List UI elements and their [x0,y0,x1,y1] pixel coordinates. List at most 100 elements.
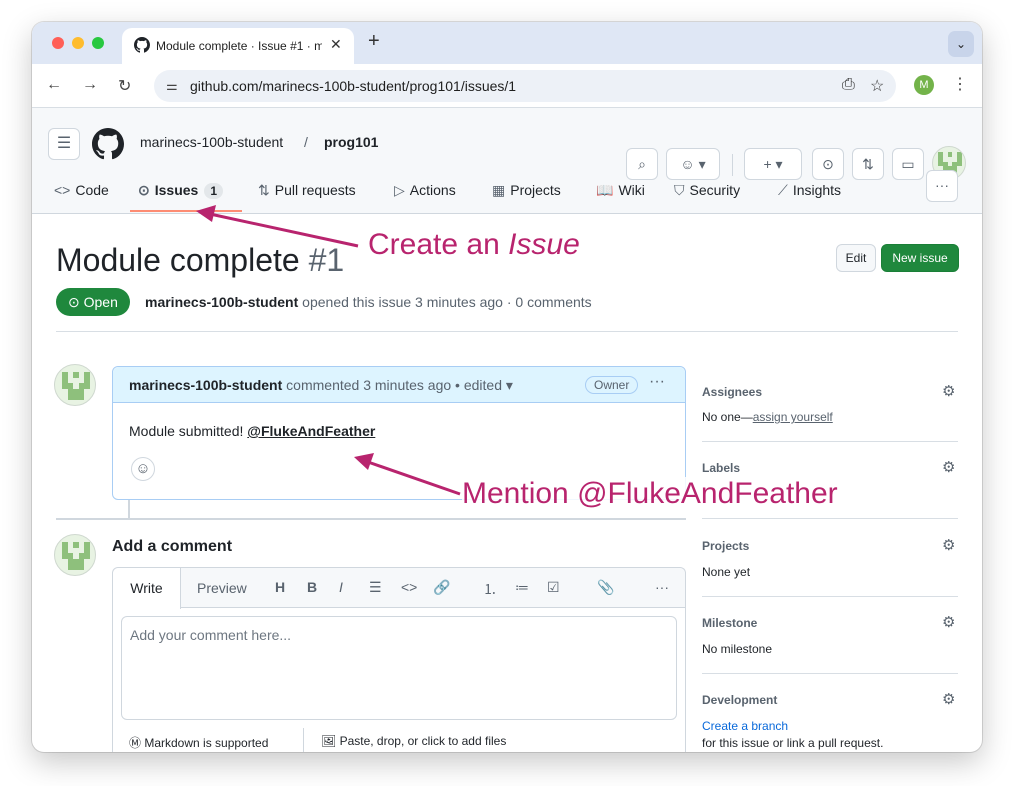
issues-icon[interactable]: ⊙ [812,148,844,180]
numbered-list-icon[interactable]: ⒈ [483,579,497,599]
comment-author-avatar[interactable] [54,364,96,406]
projects-heading: Projects [702,539,750,553]
code-icon[interactable]: <> [401,579,417,595]
sidebar-divider [702,596,958,597]
comment-header: marinecs-100b-student commented 3 minute… [113,367,685,403]
add-comment-heading: Add a comment [112,538,233,555]
issue-meta: marinecs-100b-student opened this issue … [145,294,592,310]
site-settings-icon[interactable]: ⚌ [166,78,178,94]
new-issue-button[interactable]: New issue [881,244,959,272]
italic-icon[interactable]: I [339,579,343,595]
breadcrumb-repo[interactable]: prog101 [324,134,378,150]
browser-menu-icon[interactable]: ⋮ [952,74,968,94]
timeline-divider [56,518,686,520]
assignees-heading: Assignees [702,385,763,399]
graph-icon: ⟋ [778,182,788,198]
inbox-icon[interactable]: ▭ [892,148,924,180]
url-text[interactable]: github.com/marinecs-100b-student/prog101… [190,78,516,94]
forward-arrow-icon[interactable]: → [82,76,98,94]
timeline-line [128,500,130,520]
tab-title: Module complete · Issue #1 · marinecs-10… [156,39,322,53]
milestone-gear-icon[interactable]: ⚙ [942,613,955,631]
close-window-button[interactable] [52,37,64,49]
create-issue-annotation-em: Issue [508,228,580,261]
active-tab-underline [130,210,242,212]
tab-insights[interactable]: ⟋ Insights [778,182,841,199]
attach-paperclip-icon[interactable]: 📎 [597,579,614,596]
sidebar-divider [702,673,958,674]
assignees-gear-icon[interactable]: ⚙ [942,382,955,400]
development-gear-icon[interactable]: ⚙ [942,690,955,708]
tab-insights-label: Insights [792,182,842,198]
more-tabs-icon[interactable]: ··· [926,170,958,202]
github-logo-icon[interactable] [92,128,124,160]
comment-placeholder: Add your comment here... [130,627,292,643]
copilot-icon[interactable]: ☺ ▾ [666,148,720,180]
issues-counter: 1 [204,183,224,199]
tab-wiki[interactable]: 📖 Wiki [596,182,645,199]
tab-code[interactable]: <> Code [54,182,109,198]
link-icon[interactable]: 🔗 [433,579,450,596]
browser-tab[interactable]: Module complete · Issue #1 · marinecs-10… [122,28,354,64]
issue-opened-icon: ⊙ [68,294,84,310]
close-tab-icon[interactable]: ✕ [330,36,342,53]
breadcrumb-owner[interactable]: marinecs-100b-student [140,134,283,150]
comment-options-icon[interactable]: ··· [649,373,665,391]
tab-security[interactable]: ⛉ Security [674,182,740,199]
title-divider [56,331,958,332]
search-icon[interactable]: ⌕ [626,148,658,180]
comment-editor: Write Preview H B I ☰ <> 🔗 ⒈ ≔ ☑ 📎 ··· A… [112,567,686,752]
tab-write[interactable]: Write [113,568,181,609]
assign-yourself-link[interactable]: assign yourself [753,410,833,424]
heading-icon[interactable]: H [275,579,285,595]
labels-gear-icon[interactable]: ⚙ [942,458,955,476]
back-arrow-icon[interactable]: ← [46,76,62,94]
issue-author-link[interactable]: marinecs-100b-student [145,294,298,310]
create-issue-annotation: Create an Issue [368,228,580,262]
tab-strip: Module complete · Issue #1 · marinecs-10… [32,22,982,64]
issue-opened-text: opened this issue 3 minutes ago · 0 comm… [302,294,592,310]
quote-icon[interactable]: ☰ [369,579,382,596]
create-branch-link[interactable]: Create a branch [702,719,788,733]
attach-files-note[interactable]: 🖼 Paste, drop, or click to add files [321,734,506,748]
minimize-window-button[interactable] [72,37,84,49]
dropdown-caret-icon[interactable]: ▾ [506,377,513,393]
user-mention-link[interactable]: @FlukeAndFeather [247,423,375,439]
comment-meta-text[interactable]: commented 3 minutes ago • edited [286,377,502,393]
reload-icon[interactable]: ↻ [118,76,131,96]
tab-search-chevron-icon[interactable]: ⌄ [948,31,974,57]
task-list-icon[interactable]: ☑ [547,579,560,596]
attach-files-text: Paste, drop, or click to add files [339,734,507,748]
omnibox[interactable]: ⚌ github.com/marinecs-100b-student/prog1… [154,70,896,102]
more-options-icon[interactable]: ··· [655,579,669,595]
header-divider [732,154,733,176]
issue-number: #1 [308,242,345,278]
unordered-list-icon[interactable]: ≔ [515,579,529,596]
install-app-icon[interactable]: ⎙ [842,76,855,94]
profile-avatar[interactable]: M [914,75,934,95]
status-badge: ⊙ Open [56,288,130,316]
create-new-icon[interactable]: + ▾ [744,148,802,180]
edit-button[interactable]: Edit [836,244,876,272]
tab-projects[interactable]: ▦ Projects [492,182,561,199]
comment-author-link[interactable]: marinecs-100b-student [129,377,282,393]
markdown-note[interactable]: Ⓜ Markdown is supported [129,734,268,751]
comment-textarea[interactable]: Add your comment here... [121,616,677,720]
development-value: for this issue or link a pull request. [702,736,884,750]
tab-issues[interactable]: ⊙ Issues 1 [138,182,224,199]
bold-icon[interactable]: B [307,579,317,595]
tab-code-label: Code [75,182,109,198]
new-tab-icon[interactable]: + [368,30,380,53]
hamburger-menu-icon[interactable]: ☰ [48,128,80,160]
tab-preview[interactable]: Preview [197,580,247,596]
projects-gear-icon[interactable]: ⚙ [942,536,955,554]
tab-actions[interactable]: ▷ Actions [394,182,456,199]
add-reaction-smiley-icon[interactable]: ☺ [131,457,155,481]
bookmark-star-icon[interactable]: ☆ [870,76,884,96]
comment-body-text: Module submitted! [129,423,244,439]
maximize-window-button[interactable] [92,37,104,49]
pull-requests-icon[interactable]: ⇅ [852,148,884,180]
tab-pull-requests[interactable]: ⇅ Pull requests [258,182,356,199]
issue-opened-icon: ⊙ [138,182,150,198]
image-icon: 🖼 [321,734,340,748]
